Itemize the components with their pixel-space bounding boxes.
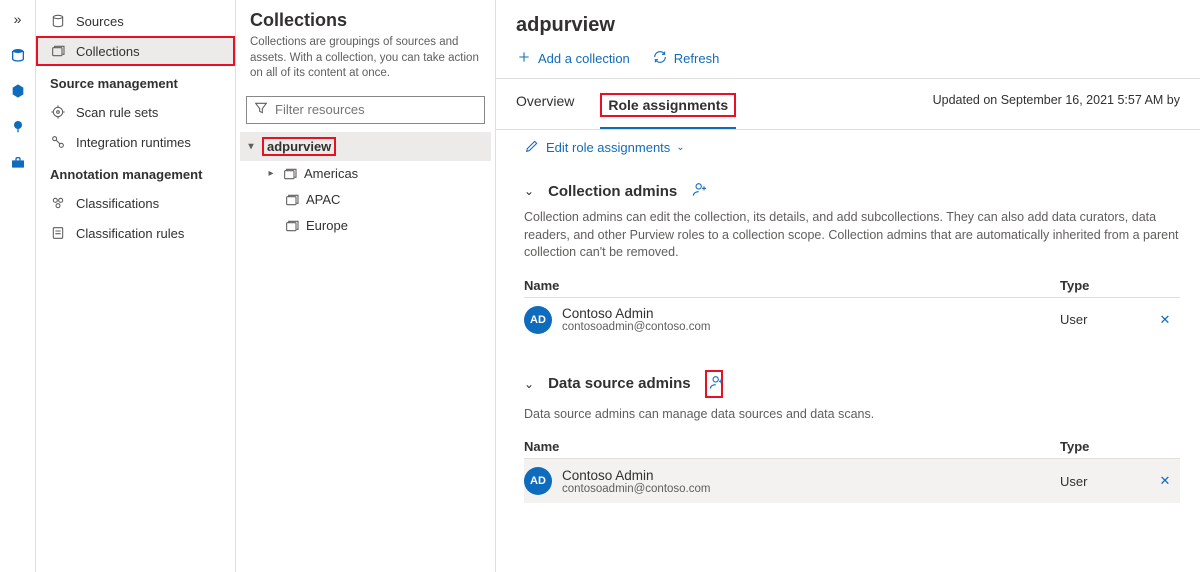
rail-icon-briefcase[interactable] [7, 152, 29, 174]
plus-icon [516, 49, 532, 68]
collection-icon [282, 166, 298, 182]
sidebar-item-label: Classifications [76, 196, 159, 211]
sidebar-item-scan-rule-sets[interactable]: Scan rule sets [36, 97, 235, 127]
caret-down-icon[interactable]: ▾ [246, 141, 256, 152]
remove-button[interactable]: ✕ [1150, 473, 1180, 489]
col-name: Name [524, 439, 1060, 454]
page-title: adpurview [496, 0, 1200, 45]
edit-link-label: Edit role assignments [546, 140, 670, 155]
refresh-button[interactable]: Refresh [652, 49, 720, 68]
sidebar-item-label: Scan rule sets [76, 105, 158, 120]
tab-overview[interactable]: Overview [516, 93, 574, 129]
toolbar: Add a collection Refresh [496, 45, 1200, 79]
edit-role-assignments-button[interactable]: Edit role assignments ⌄ [496, 130, 1200, 169]
tree-item-apac[interactable]: APAC [240, 187, 491, 213]
collection-icon [284, 192, 300, 208]
sidebar-item-classifications[interactable]: Classifications [36, 188, 235, 218]
classification-rules-icon [50, 225, 66, 241]
main-content: adpurview Add a collection Refresh Overv… [496, 0, 1200, 572]
add-person-button[interactable] [705, 370, 723, 398]
tree-item-europe[interactable]: Europe [240, 213, 491, 239]
table-row: AD Contoso Admin contosoadmin@contoso.co… [524, 459, 1180, 503]
integration-icon [50, 134, 66, 150]
tree-root[interactable]: ▾ adpurview [240, 132, 491, 161]
refresh-label: Refresh [674, 51, 720, 66]
remove-button[interactable]: ✕ [1150, 312, 1180, 328]
sidebar-item-sources[interactable]: Sources [36, 6, 235, 36]
add-person-button[interactable] [691, 181, 709, 201]
user-type: User [1060, 312, 1150, 327]
sidebar-item-label: Integration runtimes [76, 135, 191, 150]
icon-rail: » [0, 0, 36, 572]
table-header: Name Type [524, 435, 1180, 459]
rail-icon-balloon[interactable] [7, 116, 29, 138]
sidebar: Sources Collections Source management Sc… [36, 0, 236, 572]
updated-timestamp: Updated on September 16, 2021 5:57 AM by [933, 93, 1180, 107]
add-collection-label: Add a collection [538, 51, 630, 66]
section-description: Data source admins can manage data sourc… [524, 406, 1180, 424]
tree-item-label: Europe [306, 218, 348, 233]
filter-icon [253, 100, 269, 119]
section-data-source-admins: ⌄ Data source admins Data source admins … [496, 358, 1200, 520]
tree-item-label: Americas [304, 166, 358, 181]
table-row: AD Contoso Admin contosoadmin@contoso.co… [524, 298, 1180, 342]
tree-item-americas[interactable]: ▸ Americas [240, 161, 491, 187]
sidebar-group-source: Source management [36, 66, 235, 97]
avatar: AD [524, 467, 552, 495]
sidebar-group-annotation: Annotation management [36, 157, 235, 188]
sidebar-item-collections[interactable]: Collections [36, 36, 235, 66]
filter-resources[interactable] [246, 96, 485, 124]
user-name: Contoso Admin [562, 468, 710, 483]
tree-root-label: adpurview [267, 139, 331, 154]
sidebar-item-label: Classification rules [76, 226, 184, 241]
classifications-icon [50, 195, 66, 211]
chevron-down-icon[interactable]: ⌄ [524, 184, 534, 198]
refresh-icon [652, 49, 668, 68]
expand-nav-icon[interactable]: » [7, 8, 29, 30]
sidebar-item-label: Sources [76, 14, 124, 29]
col-name: Name [524, 278, 1060, 293]
mid-description: Collections are groupings of sources and… [250, 35, 481, 82]
chevron-down-icon[interactable]: ⌄ [524, 377, 534, 391]
table-header: Name Type [524, 274, 1180, 298]
tree-panel: Collections Collections are groupings of… [236, 0, 496, 572]
collections-icon [50, 43, 66, 59]
rail-icon-database[interactable] [7, 44, 29, 66]
col-type: Type [1060, 439, 1150, 454]
user-name: Contoso Admin [562, 306, 710, 321]
caret-right-icon[interactable]: ▸ [266, 168, 276, 179]
collection-tree: ▾ adpurview ▸ Americas APAC Europe [236, 132, 495, 239]
tree-item-label: APAC [306, 192, 340, 207]
section-title: Collection admins [548, 183, 677, 200]
filter-input[interactable] [275, 102, 478, 117]
chevron-down-icon: ⌄ [676, 142, 684, 153]
tabs: Overview Role assignments Updated on Sep… [496, 79, 1200, 130]
user-type: User [1060, 474, 1150, 489]
sidebar-item-integration-runtimes[interactable]: Integration runtimes [36, 127, 235, 157]
mid-title: Collections [250, 10, 481, 31]
section-description: Collection admins can edit the collectio… [524, 209, 1180, 262]
section-collection-admins: ⌄ Collection admins Collection admins ca… [496, 169, 1200, 358]
rail-icon-hexagon[interactable] [7, 80, 29, 102]
edit-icon [524, 138, 540, 157]
sidebar-item-label: Collections [76, 44, 140, 59]
avatar: AD [524, 306, 552, 334]
add-collection-button[interactable]: Add a collection [516, 49, 630, 68]
section-title: Data source admins [548, 375, 691, 392]
sources-icon [50, 13, 66, 29]
sidebar-item-classification-rules[interactable]: Classification rules [36, 218, 235, 248]
user-email: contosoadmin@contoso.com [562, 321, 710, 333]
user-email: contosoadmin@contoso.com [562, 483, 710, 495]
scan-icon [50, 104, 66, 120]
col-type: Type [1060, 278, 1150, 293]
collection-icon [284, 218, 300, 234]
tab-role-assignments[interactable]: Role assignments [600, 93, 736, 129]
